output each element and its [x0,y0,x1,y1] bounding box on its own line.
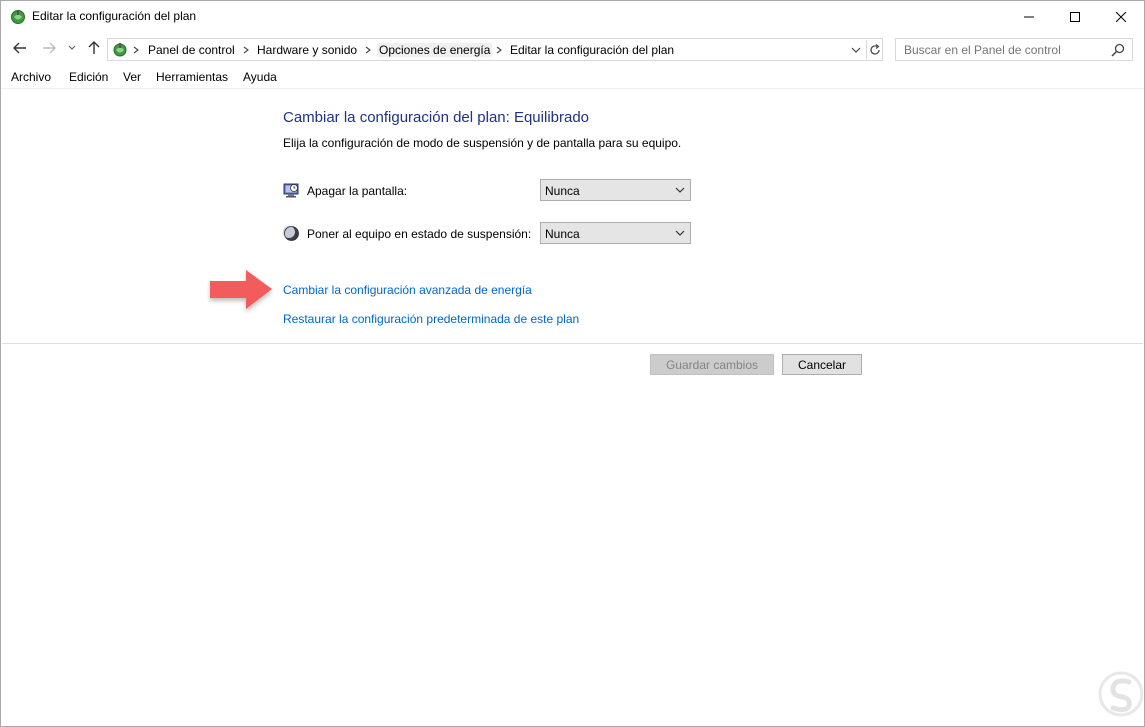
red-arrow-annotation [210,270,272,309]
close-button[interactable] [1098,1,1144,32]
breadcrumb-editar-plan[interactable]: Editar la configuración del plan [510,43,674,57]
recent-locations-button[interactable] [65,39,79,57]
cancel-button[interactable]: Cancelar [782,354,862,375]
window: Editar la configuración del plan Panel d… [0,0,1145,727]
menu-herramientas[interactable]: Herramientas [156,70,228,84]
power-options-icon [113,43,127,57]
up-button[interactable] [85,39,103,57]
page-title: Cambiar la configuración del plan: Equil… [283,109,590,126]
power-options-icon [11,10,25,24]
search-input[interactable] [904,43,1104,57]
chevron-down-icon [675,187,685,193]
minimize-button[interactable] [1006,1,1052,32]
maximize-button[interactable] [1052,1,1098,32]
breadcrumb-separator-icon[interactable] [494,43,504,57]
breadcrumb-separator-icon[interactable] [241,43,251,57]
refresh-button[interactable] [866,40,882,59]
menu-edicion[interactable]: Edición [69,70,108,84]
sleep-value: Nunca [545,227,580,241]
maximize-icon [1070,11,1080,22]
chevron-down-icon [68,45,76,50]
address-bar[interactable]: Panel de control Hardware y sonido Opcio… [107,38,883,61]
window-title: Editar la configuración del plan [32,9,197,23]
forward-button[interactable] [40,39,58,57]
breadcrumb-separator-icon[interactable] [363,43,373,57]
close-icon [1116,11,1126,22]
footer-divider [2,343,1143,344]
breadcrumb-panel-de-control[interactable]: Panel de control [148,43,235,57]
monitor-clock-icon [283,183,299,198]
back-button[interactable] [11,39,29,57]
menu-bar: Archivo Edición Ver Herramientas Ayuda [1,67,1144,89]
title-bar: Editar la configuración del plan [1,1,1144,32]
page-description: Elija la configuración de modo de suspen… [283,136,682,150]
search-box[interactable] [895,38,1133,61]
arrow-up-icon [88,41,100,54]
navigation-bar: Panel de control Hardware y sonido Opcio… [1,36,1144,62]
display-off-select[interactable]: Nunca [540,179,691,201]
display-off-value: Nunca [545,184,580,198]
address-history-button[interactable] [848,41,864,58]
advanced-power-settings-link[interactable]: Cambiar la configuración avanzada de ene… [283,283,532,297]
restore-defaults-link[interactable]: Restaurar la configuración predeterminad… [283,312,579,326]
chevron-down-icon [851,47,861,53]
menu-archivo[interactable]: Archivo [11,70,51,84]
setting-label-pantalla: Apagar la pantalla: [307,184,408,198]
menu-ayuda[interactable]: Ayuda [243,70,277,84]
refresh-icon [869,43,880,55]
setting-label-suspension: Poner al equipo en estado de suspensión: [307,227,532,241]
breadcrumb-separator-icon[interactable] [131,43,141,57]
breadcrumb-hardware-y-sonido[interactable]: Hardware y sonido [257,43,357,57]
arrow-right-icon [43,42,56,54]
arrow-left-icon [13,42,26,54]
search-icon[interactable] [1111,43,1125,57]
watermark-logo [1098,671,1143,717]
minimize-icon [1024,16,1034,17]
breadcrumb-opciones-de-energia[interactable]: Opciones de energía [377,43,493,57]
chevron-down-icon [675,230,685,236]
sleep-select[interactable]: Nunca [540,222,691,244]
menu-ver[interactable]: Ver [123,70,141,84]
moon-icon [283,226,299,241]
save-changes-button[interactable]: Guardar cambios [650,354,774,375]
